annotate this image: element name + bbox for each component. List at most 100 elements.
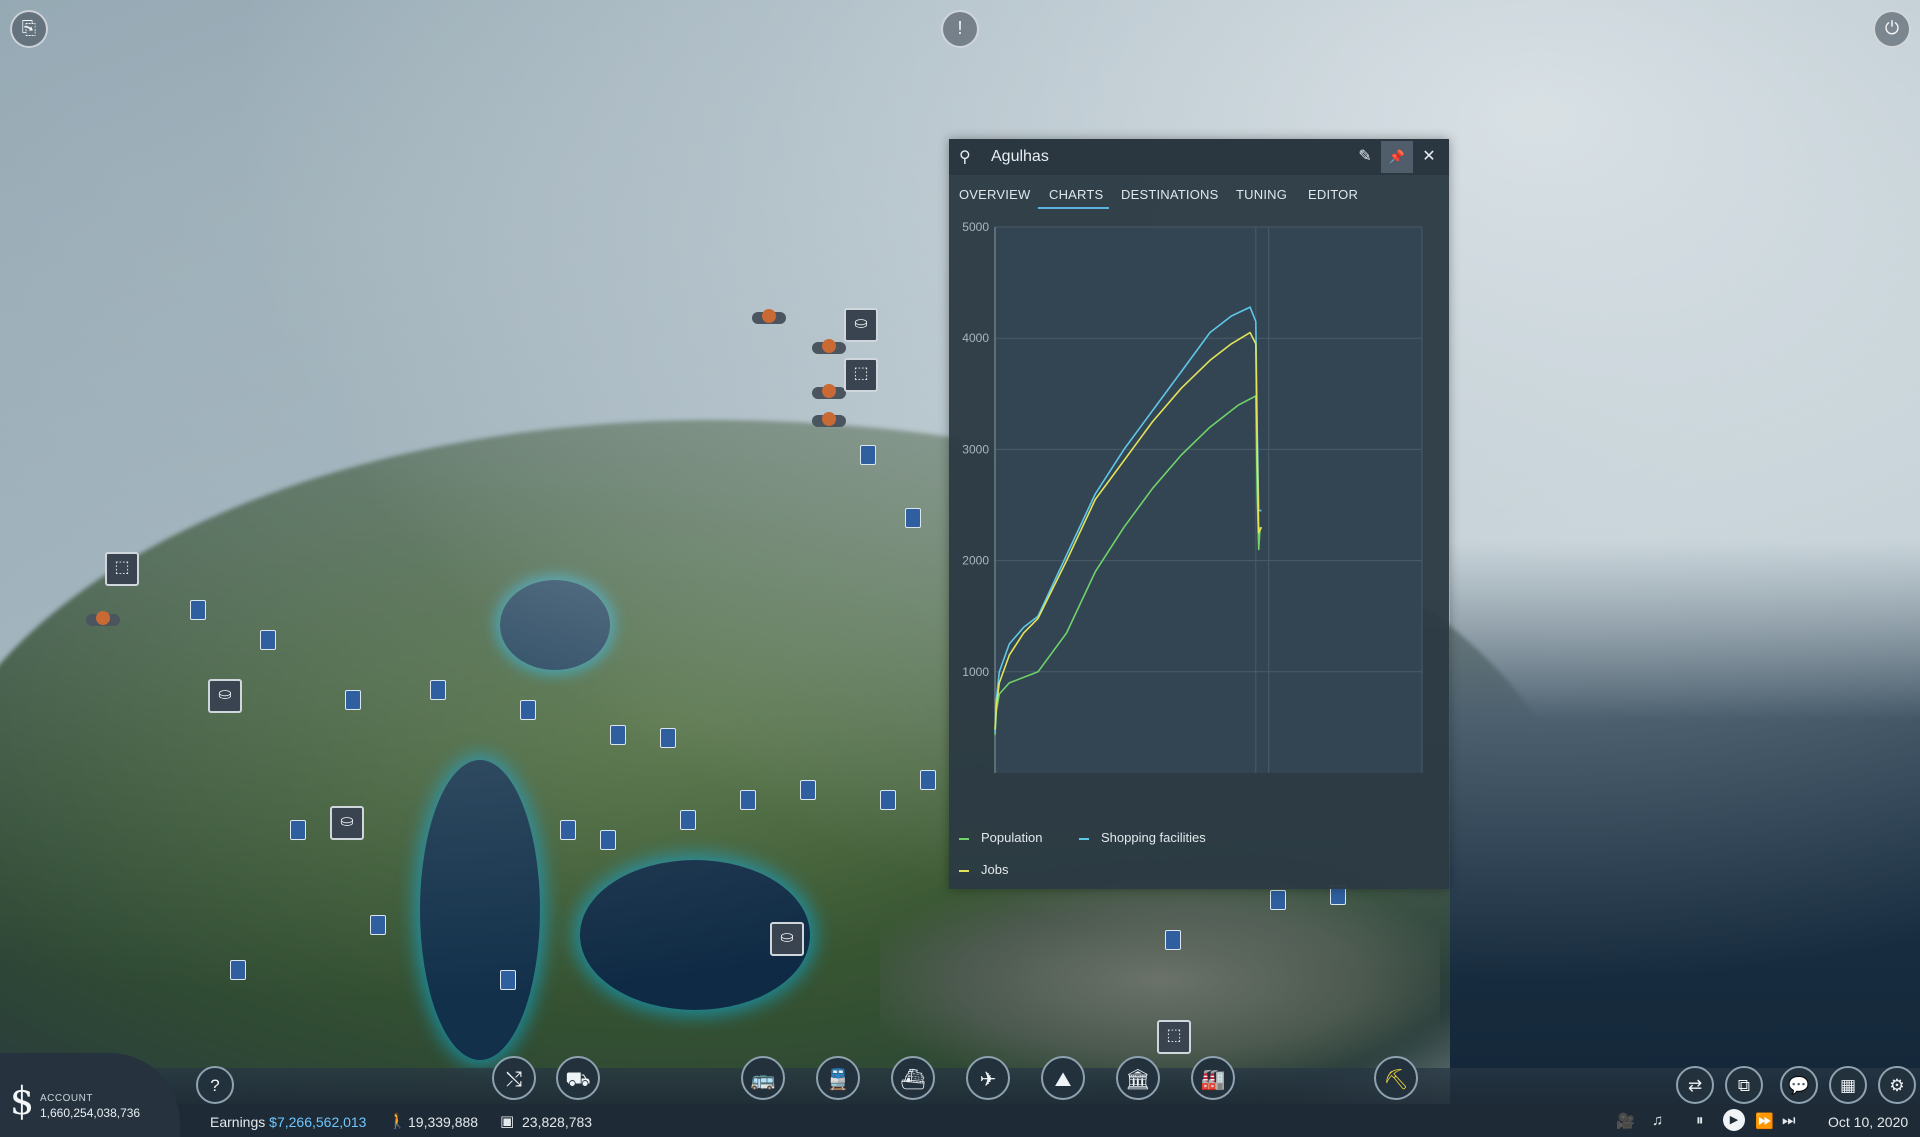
bulldoze-button[interactable]: ⛏: [1374, 1056, 1418, 1100]
close-window-button[interactable]: ✕: [1413, 141, 1445, 173]
ship-icon[interactable]: [812, 339, 846, 354]
pin-icon: 📌: [1388, 149, 1406, 164]
pause-button[interactable]: ⏸: [1696, 1112, 1704, 1129]
pin-window-button[interactable]: 📌: [1381, 141, 1413, 173]
vehicle-marker[interactable]: [740, 790, 756, 810]
help-button[interactable]: ?: [196, 1066, 234, 1104]
plot-area: [995, 227, 1422, 773]
water-build-button[interactable]: ⛴: [891, 1056, 935, 1100]
tab-overview[interactable]: OVERVIEW: [959, 187, 1030, 202]
industry-button[interactable]: 🏭: [1191, 1056, 1235, 1100]
terrain-button[interactable]: ⛰: [1041, 1056, 1085, 1100]
message-icon: 💬: [1788, 1076, 1810, 1095]
vehicle-marker[interactable]: [920, 770, 936, 790]
fastest-forward-button[interactable]: ⏭: [1782, 1112, 1796, 1129]
active-tab-indicator: [1038, 207, 1109, 209]
vehicle-marker[interactable]: [520, 700, 536, 720]
legend-label: Population: [981, 830, 1043, 845]
cargo-station-pin-icon[interactable]: ⬚: [1157, 1020, 1191, 1054]
play-button[interactable]: ▶: [1723, 1109, 1745, 1131]
window-titlebar[interactable]: ⚲ Agulhas ✎ 📌 ✕: [949, 139, 1449, 175]
y-tick-label: 5000: [962, 220, 989, 234]
cargo-icon: ▣: [500, 1113, 515, 1130]
signals-icon: ⇄: [1687, 1076, 1703, 1095]
tab-destinations[interactable]: DESTINATIONS: [1121, 187, 1219, 202]
rail-build-button[interactable]: 🚆: [816, 1056, 860, 1100]
legend-swatch: [1079, 837, 1089, 840]
vehicle-marker[interactable]: [560, 820, 576, 840]
vehicle-marker[interactable]: [430, 680, 446, 700]
tool-button[interactable]: ⚙: [1878, 1066, 1916, 1104]
music-button[interactable]: ♫: [1652, 1112, 1663, 1129]
vehicle-marker[interactable]: [600, 830, 616, 850]
cargo-station-pin-icon[interactable]: ⬚: [105, 552, 139, 586]
vehicle-marker[interactable]: [905, 508, 921, 528]
layers-button[interactable]: ⎘: [10, 10, 48, 48]
vehicle-marker[interactable]: [370, 915, 386, 935]
ship-icon[interactable]: [86, 611, 120, 626]
vehicle-marker[interactable]: [290, 820, 306, 840]
vehicle-marker[interactable]: [880, 790, 896, 810]
station-pin-icon[interactable]: ⛀: [330, 806, 364, 840]
station-pin-icon[interactable]: ⛀: [844, 308, 878, 342]
tool-button[interactable]: ⇄: [1676, 1066, 1714, 1104]
ship-icon[interactable]: [752, 309, 786, 324]
vehicle-marker[interactable]: [1270, 890, 1286, 910]
ship-icon[interactable]: [812, 412, 846, 427]
vehicle-marker[interactable]: [1165, 930, 1181, 950]
road-build-button[interactable]: 🚌: [741, 1056, 785, 1100]
line-manager-button[interactable]: ⤭: [492, 1056, 536, 1100]
vehicle-marker[interactable]: [860, 445, 876, 465]
tool-button[interactable]: 💬: [1780, 1066, 1818, 1104]
tab-charts[interactable]: CHARTS: [1049, 187, 1103, 202]
dollar-icon: $: [10, 1079, 35, 1123]
question-icon: ?: [210, 1076, 220, 1095]
rename-button[interactable]: ✎: [1349, 141, 1381, 173]
earnings-status[interactable]: Earnings $7,266,562,013: [210, 1114, 366, 1130]
vehicle-marker[interactable]: [190, 600, 206, 620]
air-build-button[interactable]: ✈: [966, 1056, 1010, 1100]
legend-item: Jobs: [959, 862, 1008, 877]
train-icon: 🚆: [825, 1069, 851, 1091]
vehicle-marker[interactable]: [260, 630, 276, 650]
power-menu-button[interactable]: ⏻: [1873, 10, 1911, 48]
earnings-value: $7,266,562,013: [269, 1114, 367, 1130]
ship-icon: ⛴: [900, 1069, 926, 1091]
vehicle-marker[interactable]: [610, 725, 626, 745]
vehicle-marker[interactable]: [500, 970, 516, 990]
tab-tuning[interactable]: TUNING: [1236, 187, 1287, 202]
tool-button[interactable]: ⧉: [1725, 1066, 1763, 1104]
vehicle-marker[interactable]: [345, 690, 361, 710]
town-info-window[interactable]: ⚲ Agulhas ✎ 📌 ✕ OVERVIEW CHARTS DESTINAT…: [949, 139, 1449, 889]
station-pin-icon[interactable]: ⛀: [208, 679, 242, 713]
fast-forward-button[interactable]: ⏩: [1755, 1112, 1774, 1130]
y-tick-label: 4000: [962, 331, 989, 345]
town-button[interactable]: 🏛: [1116, 1056, 1160, 1100]
cargo-value[interactable]: 23,828,783: [522, 1114, 592, 1130]
tool-button[interactable]: ▦: [1829, 1066, 1867, 1104]
camera-button[interactable]: 🎥: [1616, 1112, 1635, 1130]
vehicle-marker[interactable]: [800, 780, 816, 800]
y-tick-label: 2000: [962, 554, 989, 568]
cargo-station-pin-icon[interactable]: ⬚: [844, 358, 878, 392]
ship-icon[interactable]: [812, 384, 846, 399]
window-title: Agulhas: [991, 148, 1049, 165]
legend-label: Jobs: [981, 862, 1009, 877]
town-icon: 🏛: [1125, 1069, 1151, 1091]
tab-editor[interactable]: EDITOR: [1308, 187, 1358, 202]
passengers-value[interactable]: 19,339,888: [408, 1114, 478, 1130]
vehicle-marker[interactable]: [660, 728, 676, 748]
shuffle-icon: ⤭: [506, 1069, 522, 1091]
vehicle-manager-button[interactable]: ⛟: [556, 1056, 600, 1100]
charts-plot: 0100020003000400050001850203220412148: [962, 220, 1423, 773]
vehicle-marker[interactable]: [680, 810, 696, 830]
factory-icon: 🏭: [1200, 1069, 1226, 1091]
bus-icon: 🚌: [750, 1069, 776, 1091]
game-date: Oct 10, 2020: [1828, 1114, 1909, 1130]
station-pin-icon[interactable]: ⛀: [770, 922, 804, 956]
vehicle-marker[interactable]: [230, 960, 246, 980]
alerts-button[interactable]: !: [941, 10, 979, 48]
bus-stop-icon: ⛟: [565, 1069, 591, 1091]
legend-item: Population: [959, 830, 1042, 845]
location-pin-icon: ⚲: [959, 149, 971, 166]
